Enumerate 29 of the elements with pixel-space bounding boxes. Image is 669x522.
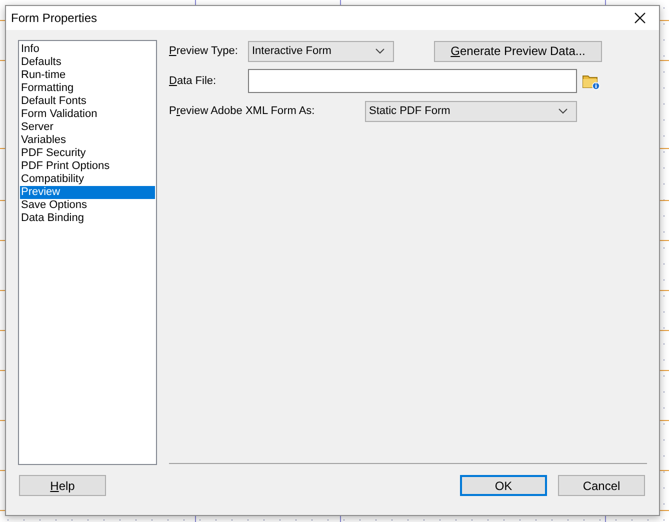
chevron-down-icon bbox=[375, 48, 385, 54]
category-item[interactable]: PDF Security bbox=[20, 147, 155, 160]
category-item[interactable]: Defaults bbox=[20, 56, 155, 69]
dialog-button[interactable]: Help bbox=[19, 475, 106, 496]
category-item[interactable]: Data Binding bbox=[20, 212, 155, 225]
category-item[interactable]: PDF Print Options bbox=[20, 160, 155, 173]
preview-as-dropdown[interactable]: Static PDF Form bbox=[365, 100, 577, 122]
category-item[interactable]: Preview bbox=[20, 186, 155, 199]
dialog-button[interactable]: Cancel bbox=[558, 475, 645, 496]
category-item[interactable]: Run-time bbox=[20, 69, 155, 82]
folder-info-icon[interactable] bbox=[582, 72, 600, 90]
category-item[interactable]: Variables bbox=[20, 134, 155, 147]
category-item[interactable]: Info bbox=[20, 43, 155, 56]
dialog-button[interactable]: OK bbox=[460, 475, 547, 496]
chevron-down-icon bbox=[558, 108, 568, 114]
generate-preview-data-button[interactable]: Generate Preview Data... bbox=[434, 40, 602, 62]
category-item[interactable]: Save Options bbox=[20, 199, 155, 212]
data-file-field[interactable] bbox=[248, 69, 577, 93]
category-item[interactable]: Formatting bbox=[20, 82, 155, 95]
field-label: Preview Adobe XML Form As: bbox=[169, 105, 316, 117]
field-label: Preview Type: bbox=[169, 45, 239, 57]
category-item[interactable]: Form Validation bbox=[20, 108, 155, 121]
category-item[interactable]: Compatibility bbox=[20, 173, 155, 186]
close-icon bbox=[634, 12, 646, 24]
category-item[interactable]: Default Fonts bbox=[20, 95, 155, 108]
preview-type-dropdown[interactable]: Interactive Form bbox=[248, 40, 394, 62]
category-item[interactable]: Server bbox=[20, 121, 155, 134]
field-label: Data File: bbox=[169, 75, 218, 87]
window-title: Form Properties bbox=[11, 11, 98, 25]
